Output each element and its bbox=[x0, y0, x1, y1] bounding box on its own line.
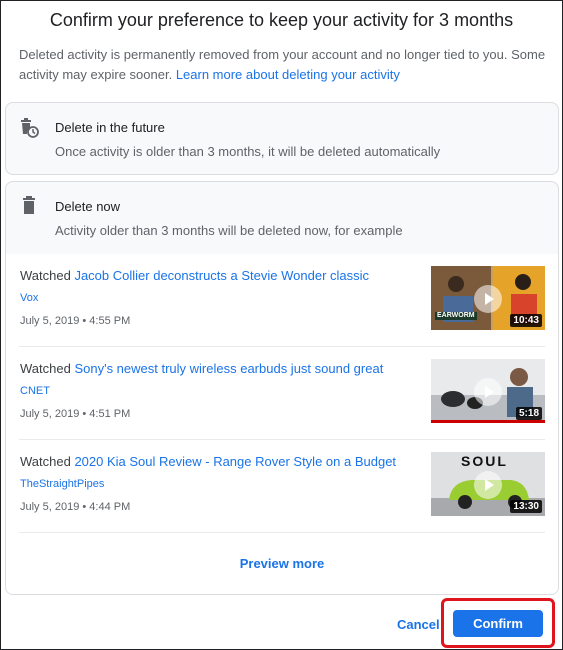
thumb-label: EARWORM bbox=[437, 312, 475, 319]
play-icon bbox=[474, 471, 502, 499]
trash-icon bbox=[18, 195, 40, 217]
video-thumbnail[interactable]: 5:18 bbox=[431, 359, 545, 423]
video-duration: 10:43 bbox=[510, 314, 542, 327]
dialog-intro: Deleted activity is permanently removed … bbox=[19, 45, 549, 85]
video-duration: 5:18 bbox=[515, 407, 542, 420]
video-duration: 13:30 bbox=[510, 500, 542, 513]
video-thumbnail[interactable]: SOUL 13:30 bbox=[431, 452, 545, 516]
confirm-highlight: Confirm bbox=[441, 598, 555, 648]
video-title-link[interactable]: Jacob Collier deconstructs a Stevie Wond… bbox=[74, 268, 369, 283]
activity-list: Watched Jacob Collier deconstructs a Ste… bbox=[6, 254, 558, 594]
activity-line: Watched Jacob Collier deconstructs a Ste… bbox=[20, 268, 369, 283]
activity-date: July 5, 2019 • 4:44 PM bbox=[20, 501, 131, 513]
thumb-label: SOUL bbox=[461, 453, 508, 469]
future-card-description: Once activity is older than 3 months, it… bbox=[55, 144, 441, 159]
play-icon bbox=[474, 378, 502, 406]
list-item: Watched Sony's newest truly wireless ear… bbox=[19, 347, 545, 440]
video-thumbnail[interactable]: EARWORM 10:43 bbox=[431, 266, 545, 330]
delete-future-card: Delete in the future Once activity is ol… bbox=[5, 102, 559, 175]
channel-link[interactable]: TheStraightPipes bbox=[20, 478, 104, 490]
cancel-button[interactable]: Cancel bbox=[397, 617, 440, 632]
video-title-link[interactable]: Sony's newest truly wireless earbuds jus… bbox=[74, 361, 383, 376]
channel-link[interactable]: Vox bbox=[20, 292, 38, 304]
confirm-dialog: Confirm your preference to keep your act… bbox=[0, 0, 563, 650]
list-item: Watched Jacob Collier deconstructs a Ste… bbox=[19, 254, 545, 347]
learn-more-link[interactable]: Learn more about deleting your activity bbox=[176, 67, 400, 82]
preview-more-button[interactable]: Preview more bbox=[6, 556, 558, 571]
delete-now-card: Delete now Activity older than 3 months … bbox=[5, 181, 559, 595]
activity-line: Watched 2020 Kia Soul Review - Range Rov… bbox=[20, 454, 396, 469]
activity-prefix: Watched bbox=[20, 268, 71, 283]
dialog-title: Confirm your preference to keep your act… bbox=[49, 10, 514, 30]
now-card-description: Activity older than 3 months will be del… bbox=[55, 223, 403, 238]
activity-line: Watched Sony's newest truly wireless ear… bbox=[20, 361, 383, 376]
activity-date: July 5, 2019 • 4:51 PM bbox=[20, 408, 131, 420]
confirm-button[interactable]: Confirm bbox=[453, 610, 543, 637]
trash-clock-icon bbox=[18, 117, 40, 139]
now-card-title: Delete now bbox=[55, 199, 121, 214]
channel-link[interactable]: CNET bbox=[20, 385, 50, 397]
future-card-title: Delete in the future bbox=[55, 120, 165, 135]
activity-date: July 5, 2019 • 4:55 PM bbox=[20, 315, 131, 327]
list-item: Watched 2020 Kia Soul Review - Range Rov… bbox=[19, 440, 545, 533]
play-icon bbox=[474, 285, 502, 313]
activity-prefix: Watched bbox=[20, 454, 71, 469]
activity-prefix: Watched bbox=[20, 361, 71, 376]
video-title-link[interactable]: 2020 Kia Soul Review - Range Rover Style… bbox=[74, 454, 396, 469]
